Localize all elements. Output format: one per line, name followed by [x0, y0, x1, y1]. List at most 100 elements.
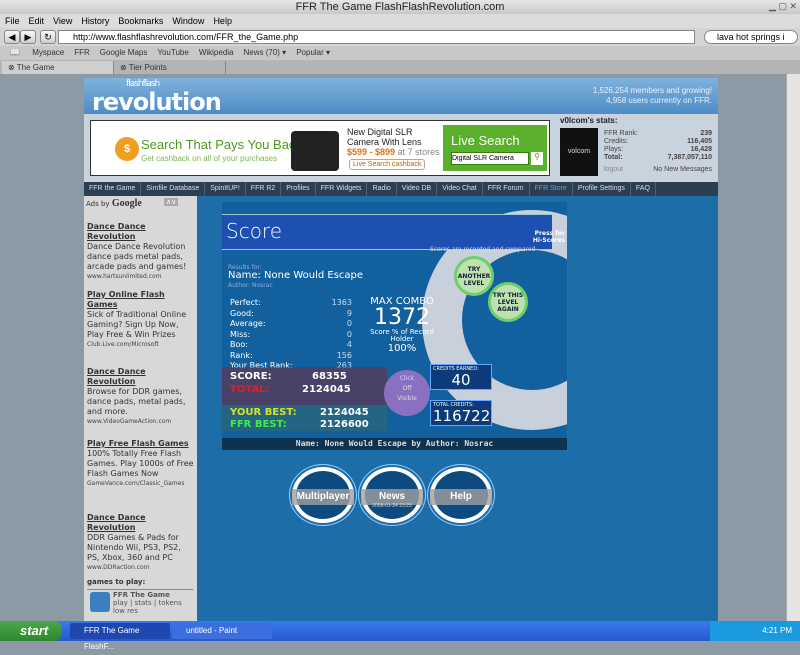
stat-value: 156: [336, 350, 352, 360]
ad-title[interactable]: Dance Dance Revolution: [87, 367, 195, 387]
song-info-bar: Name: None Would Escape by Author: Nosra…: [222, 438, 567, 450]
menu-file[interactable]: File: [5, 16, 20, 26]
flash-game-score-screen[interactable]: Score Press for Hi-Scores Scores are rec…: [222, 202, 567, 450]
nav-profile-settings[interactable]: Profile Settings: [573, 182, 631, 196]
menu-view[interactable]: View: [53, 16, 72, 26]
help-button[interactable]: Help: [430, 467, 492, 523]
task-browser[interactable]: FFR The Game FlashF...: [70, 623, 170, 651]
ads-by-label: Ads by: [86, 200, 110, 208]
window-controls[interactable]: ▁ ▢ ✕: [769, 1, 797, 12]
site-logo[interactable]: flashflash revolution: [92, 79, 222, 117]
sidebar-ad[interactable]: Dance Dance Revolution Browse for DDR gam…: [87, 367, 195, 427]
bookmark-wikipedia[interactable]: Wikipedia: [199, 48, 234, 57]
tab-ffr-game[interactable]: ⊗ The Game FlashFlashRe...: [2, 61, 114, 86]
nav-ffr-forum[interactable]: FFR Forum: [483, 182, 530, 196]
sidebar-ad[interactable]: Dance Dance Revolution Dance Dance Revolu…: [87, 222, 195, 282]
sidebar-ad[interactable]: Play Free Flash Games 100% Totally Free F…: [87, 439, 195, 489]
live-search-input[interactable]: [451, 152, 529, 165]
hi-scores-button[interactable]: Press for Hi-Scores: [531, 230, 565, 244]
bookmark-popular[interactable]: Popular ▾: [296, 48, 330, 57]
nav-faq[interactable]: FAQ: [631, 182, 656, 196]
nav-ffr-r2[interactable]: FFR R2: [246, 182, 282, 196]
nav-spinitup[interactable]: SpinItUP!: [205, 182, 246, 196]
nav-ffr-widgets[interactable]: FFR Widgets: [316, 182, 368, 196]
tab-tier-points[interactable]: ⊗ Tier Points FlashFlashRe...: [114, 61, 226, 86]
ads-by-google[interactable]: Ads by Google: [86, 198, 142, 209]
ad-headline: Search That Pays You Back: [141, 137, 302, 152]
bookmarks-icon[interactable]: 📖: [10, 48, 20, 57]
main-nav: FFR the Game Simfile Database SpinItUP! FFR…: [84, 182, 718, 196]
menu-edit[interactable]: Edit: [29, 16, 45, 26]
stat-plays: Plays: 16,428: [604, 146, 712, 154]
ad-title[interactable]: Dance Dance Revolution: [87, 222, 195, 242]
game-title[interactable]: FFR The Game: [113, 591, 170, 599]
bookmark-myspace[interactable]: Myspace: [32, 48, 64, 57]
score-label: SCORE:: [230, 371, 272, 382]
credits-value: 40: [451, 371, 471, 389]
try-another-level-button[interactable]: TRY ANOTHER LEVEL: [454, 256, 494, 296]
tab-bar: ⊗ The Game FlashFlashRe... ⊗ Tier Points…: [0, 60, 800, 86]
menu-window[interactable]: Window: [172, 16, 204, 26]
ad-nav-buttons[interactable]: ∧∨: [164, 198, 179, 206]
try-level-again-button[interactable]: TRY THIS LEVEL AGAIN: [488, 282, 528, 322]
stat-value: 0: [346, 329, 352, 339]
camera-title: New Digital SLR Camera With Lens: [347, 127, 422, 147]
credits-earned: CREDITS EARNED: 40: [430, 364, 492, 390]
forward-button[interactable]: ▶: [20, 30, 36, 44]
multiplayer-button[interactable]: Multiplayer: [292, 467, 354, 523]
cashback-button[interactable]: Live Search cashback: [349, 159, 426, 170]
ad-title[interactable]: Play Online Flash Games: [87, 290, 195, 310]
ad-title[interactable]: Play Free Flash Games: [87, 439, 195, 449]
nav-radio[interactable]: Radio: [367, 182, 397, 196]
stat-label: Plays:: [604, 146, 624, 153]
stat-total: Total: 7,387,057,110: [604, 154, 712, 162]
bookmark-youtube[interactable]: YouTube: [157, 48, 188, 57]
dollar-coin-icon: $: [115, 137, 139, 161]
nav-simfile-database[interactable]: Simfile Database: [141, 182, 206, 196]
vertical-scrollbar[interactable]: [786, 74, 800, 621]
nav-video-chat[interactable]: Video Chat: [437, 182, 483, 196]
game-lowres-link[interactable]: low res: [113, 607, 182, 615]
avatar[interactable]: volcom: [560, 128, 598, 176]
messages-link[interactable]: No New Messages: [653, 166, 712, 174]
bookmark-google-maps[interactable]: Google Maps: [100, 48, 148, 57]
nav-ffr-store[interactable]: FFR Store: [530, 182, 573, 196]
clock[interactable]: 4:21 PM: [762, 626, 792, 635]
nav-profiles[interactable]: Profiles: [281, 182, 316, 196]
ffr-game-icon[interactable]: [90, 592, 110, 612]
menu-bookmarks[interactable]: Bookmarks: [118, 16, 163, 26]
stats-footer: logout No New Messages: [604, 166, 712, 174]
news-button[interactable]: News 2008-01-24 23:25: [361, 467, 423, 523]
members-text: 1,526,254 members and growing!: [592, 86, 712, 95]
ad-title[interactable]: Dance Dance Revolution: [87, 513, 195, 533]
menu-help[interactable]: Help: [213, 16, 232, 26]
search-icon[interactable]: ⚲: [531, 152, 543, 165]
bookmark-ffr[interactable]: FFR: [74, 48, 90, 57]
search-input[interactable]: lava hot springs i: [704, 30, 798, 44]
menu-history[interactable]: History: [81, 16, 109, 26]
banner-ad[interactable]: $ Search That Pays You Back Get cashback…: [90, 120, 550, 176]
camera-price: $599 - $899: [347, 147, 396, 157]
visibility-toggle[interactable]: Click Off Visible: [384, 370, 430, 416]
stat-miss: Miss: 0: [230, 330, 352, 341]
stat-value: 239: [700, 130, 712, 137]
task-paint[interactable]: untitled - Paint: [172, 623, 272, 639]
back-button[interactable]: ◀: [4, 30, 20, 44]
ad-body: DDR Games & Pads for Nintendo Wii, PS3, …: [87, 533, 181, 562]
url-input[interactable]: http://www.flashflashrevolution.com/FFR_…: [58, 30, 695, 44]
logout-link[interactable]: logout: [604, 166, 623, 174]
total-credits: TOTAL CREDITS: 116722: [430, 400, 492, 426]
reload-button[interactable]: ↻: [40, 30, 56, 44]
game-links[interactable]: play | stats | tokens: [113, 599, 182, 607]
nav-ffr-the-game[interactable]: FFR the Game: [84, 182, 142, 196]
sidebar-ad[interactable]: Play Online Flash Games Sick of Tradition…: [87, 290, 195, 350]
sidebar-ad[interactable]: Dance Dance Revolution DDR Games & Pads f…: [87, 513, 195, 573]
stats-title: v0lcom's stats:: [560, 116, 618, 125]
nav-video-db[interactable]: Video DB: [397, 182, 438, 196]
your-best-label: YOUR BEST:: [230, 407, 297, 418]
toggle-mid: Off: [402, 385, 412, 392]
start-button[interactable]: start: [0, 621, 62, 641]
bookmark-news[interactable]: News (70) ▾: [244, 48, 287, 57]
logo-small: flashflash: [126, 79, 160, 89]
ad-subline: Get cashback on all of your purchases: [141, 154, 278, 163]
